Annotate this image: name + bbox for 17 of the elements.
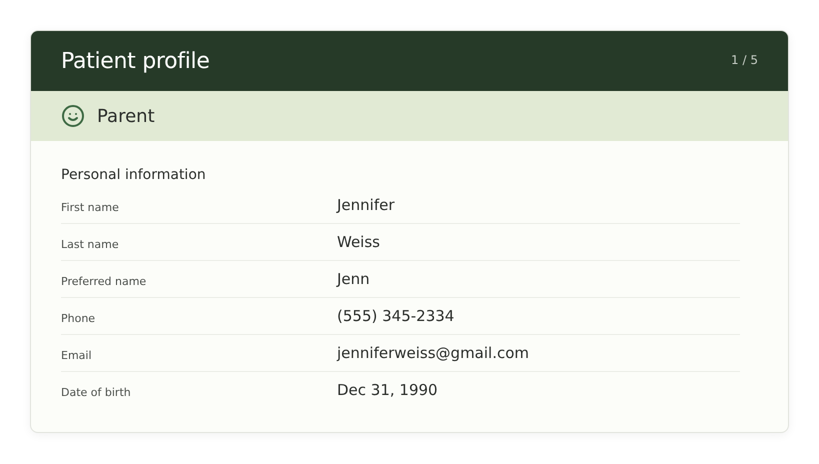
section-title: Personal information	[61, 167, 207, 183]
field-value: Weiss	[337, 233, 381, 251]
field-value: Jenn	[337, 270, 371, 288]
field-value: jenniferweiss@gmail.com	[337, 344, 530, 362]
field-label: Email	[61, 348, 93, 362]
field-label: Preferred name	[61, 274, 148, 288]
role-label: Parent	[97, 106, 155, 126]
smiley-icon	[61, 104, 85, 128]
field-label: Last name	[61, 236, 120, 250]
field-label: First name	[61, 200, 120, 214]
field-value: (555) 345-2334	[337, 307, 456, 325]
field-label: Date of birth	[61, 384, 132, 398]
field-label: Phone	[61, 310, 96, 324]
page-title: Patient profile	[61, 48, 210, 74]
field-value: Jennifer	[337, 196, 396, 214]
page-counter: 1 / 5	[731, 53, 758, 67]
field-value: Dec 31, 1990	[337, 381, 439, 399]
